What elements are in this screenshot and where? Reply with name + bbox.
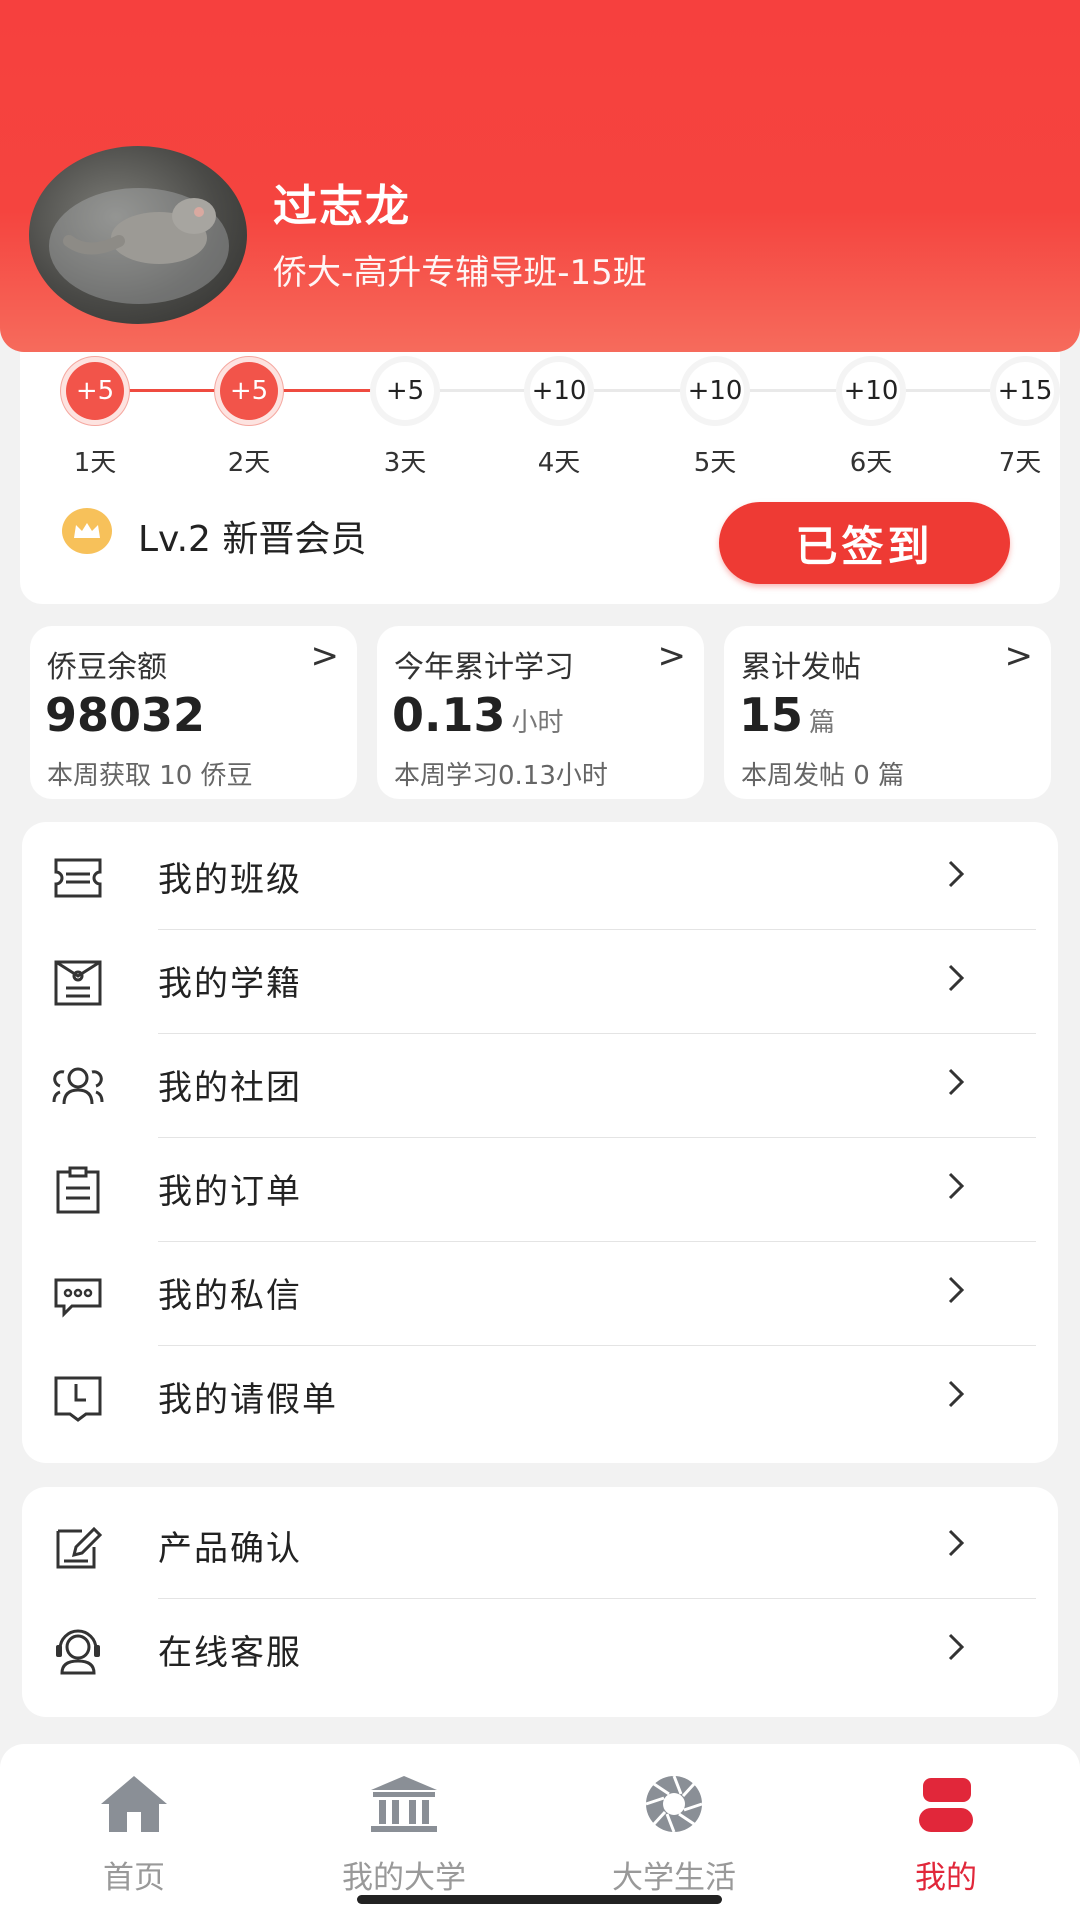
checkin-card: +5 +5 +5 +10 +10 +10 +15 1天 2天 3天 4天 5天 … bbox=[20, 352, 1060, 604]
stat-title: 累计发帖 bbox=[741, 650, 861, 685]
menu-item-my-class[interactable]: 我的班级 bbox=[22, 826, 1058, 930]
edit-note-icon bbox=[56, 1526, 103, 1569]
tab-mine[interactable]: 我的 bbox=[846, 1772, 1046, 1897]
profile-name: 过志龙 bbox=[273, 181, 411, 232]
day-label: 3天 bbox=[383, 448, 427, 478]
stat-value: 98032 bbox=[45, 688, 206, 742]
stat-value: 0.13 小时 bbox=[392, 688, 564, 742]
day-label: 5天 bbox=[693, 448, 737, 478]
tab-my-university[interactable]: 我的大学 bbox=[304, 1772, 504, 1897]
class-ticket-icon bbox=[54, 858, 102, 898]
menu-label: 在线客服 bbox=[158, 1633, 302, 1673]
stat-title: 侨豆余额 bbox=[47, 650, 167, 685]
day-label: 4天 bbox=[537, 448, 581, 478]
avatar[interactable] bbox=[29, 146, 247, 324]
stat-sub: 本周获取 10 侨豆 bbox=[47, 761, 253, 791]
group-icon bbox=[52, 1067, 104, 1105]
aperture-icon bbox=[645, 1775, 703, 1833]
chevron-right-icon bbox=[948, 964, 965, 992]
leave-clock-icon bbox=[54, 1376, 102, 1422]
person-icon bbox=[919, 1778, 973, 1832]
chevron-right-icon bbox=[948, 1529, 965, 1557]
checkin-day-3: +5 bbox=[376, 362, 434, 420]
stat-card-study[interactable]: 今年累计学习 > 0.13 小时 本周学习0.13小时 bbox=[377, 626, 704, 799]
tab-campus-life[interactable]: 大学生活 bbox=[574, 1772, 774, 1897]
menu-item-club[interactable]: 我的社团 bbox=[22, 1034, 1058, 1138]
chevron-right-icon bbox=[948, 860, 965, 888]
university-icon bbox=[371, 1776, 437, 1832]
home-icon bbox=[101, 1776, 167, 1832]
menu-item-student-record[interactable]: 我的学籍 bbox=[22, 930, 1058, 1034]
profile-class: 侨大-高升专辅导班-15班 bbox=[273, 253, 647, 293]
checkin-day-2: +5 bbox=[220, 362, 278, 420]
profile-header: 过志龙 侨大-高升专辅导班-15班 bbox=[0, 0, 1080, 352]
menu-item-leave[interactable]: 我的请假单 bbox=[22, 1346, 1058, 1450]
stat-card-posts[interactable]: 累计发帖 > 15 篇 本周发帖 0 篇 bbox=[724, 626, 1051, 799]
menu-label: 我的班级 bbox=[158, 860, 302, 900]
menu-card-main: 我的班级 我的学籍 我的社团 我的订单 我的私信 我的请假单 bbox=[22, 822, 1058, 1463]
checkin-day-6: +10 bbox=[842, 362, 900, 420]
chevron-right-icon bbox=[948, 1276, 965, 1304]
chevron-right-icon bbox=[948, 1068, 965, 1096]
signed-in-button[interactable]: 已签到 bbox=[719, 502, 1010, 584]
menu-label: 我的订单 bbox=[158, 1172, 302, 1212]
chevron-right-icon bbox=[948, 1380, 965, 1408]
menu-item-orders[interactable]: 我的订单 bbox=[22, 1138, 1058, 1242]
menu-label: 我的私信 bbox=[158, 1276, 302, 1316]
menu-label: 我的社团 bbox=[158, 1068, 302, 1108]
chevron-right-icon: > bbox=[657, 636, 687, 676]
stat-card-beans[interactable]: 侨豆余额 > 98032 本周获取 10 侨豆 bbox=[30, 626, 357, 799]
chevron-right-icon bbox=[948, 1633, 965, 1661]
chevron-right-icon bbox=[948, 1172, 965, 1200]
day-label: 6天 bbox=[849, 448, 893, 478]
menu-label: 我的学籍 bbox=[158, 964, 302, 1004]
stat-sub: 本周学习0.13小时 bbox=[394, 761, 608, 791]
checkin-day-5: +10 bbox=[686, 362, 744, 420]
menu-label: 产品确认 bbox=[158, 1529, 302, 1569]
headset-icon bbox=[56, 1629, 100, 1675]
bottom-tab-bar: 首页 我的大学 大学生活 我的 bbox=[0, 1744, 1080, 1920]
chevron-right-icon: > bbox=[1004, 636, 1034, 676]
clipboard-icon bbox=[56, 1166, 100, 1214]
stat-sub: 本周发帖 0 篇 bbox=[741, 761, 905, 791]
checkin-day-1: +5 bbox=[66, 362, 124, 420]
menu-card-secondary: 产品确认 在线客服 bbox=[22, 1487, 1058, 1717]
chevron-right-icon: > bbox=[310, 636, 340, 676]
message-icon bbox=[54, 1278, 102, 1318]
menu-item-messages[interactable]: 我的私信 bbox=[22, 1242, 1058, 1346]
day-label: 2天 bbox=[227, 448, 271, 478]
crown-icon bbox=[62, 508, 112, 554]
day-label: 1天 bbox=[73, 448, 117, 478]
student-record-icon bbox=[54, 960, 102, 1006]
checkin-day-4: +10 bbox=[530, 362, 588, 420]
tab-home[interactable]: 首页 bbox=[34, 1772, 234, 1897]
menu-item-online-service[interactable]: 在线客服 bbox=[22, 1599, 1058, 1703]
stat-title: 今年累计学习 bbox=[394, 650, 574, 685]
menu-label: 我的请假单 bbox=[158, 1380, 338, 1420]
home-indicator bbox=[357, 1895, 722, 1904]
stat-value: 15 篇 bbox=[739, 688, 836, 742]
member-level: Lv.2 新晋会员 bbox=[138, 519, 367, 560]
checkin-day-7: +15 bbox=[996, 362, 1054, 420]
menu-item-product-confirm[interactable]: 产品确认 bbox=[22, 1495, 1058, 1599]
day-label: 7天 bbox=[998, 448, 1042, 478]
